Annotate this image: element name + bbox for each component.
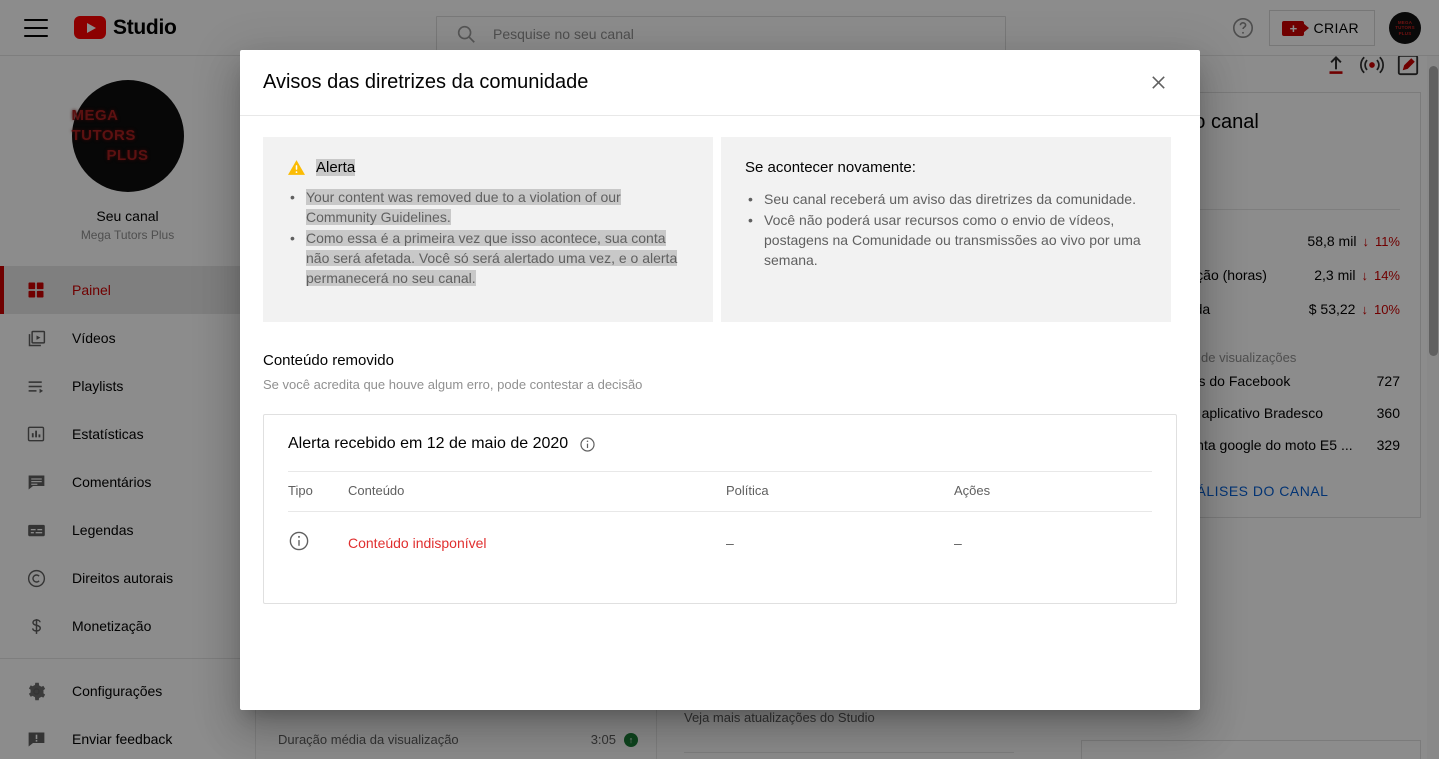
list-item: Como essa é a primeira vez que isso acon…: [287, 228, 689, 288]
again-bullet-text: Você não poderá usar recursos como o env…: [764, 212, 1141, 268]
removed-content-table: Tipo Conteúdo Política Ações Conteúdo in…: [288, 471, 1152, 573]
cell-conteudo: Conteúdo indisponível: [348, 534, 487, 551]
alert-panel-header: Alerta: [287, 159, 689, 176]
strike-date: Alerta recebido em 12 de maio de 2020: [288, 435, 569, 452]
alert-bullet-list: Your content was removed due to a violat…: [287, 187, 689, 288]
column-header-conteudo: Conteúdo: [348, 471, 726, 512]
list-item: Seu canal receberá um aviso das diretriz…: [745, 189, 1147, 209]
cell-acoes: –: [954, 534, 962, 551]
dialog-body: Alerta Your content was removed due to a…: [240, 116, 1200, 604]
table-row: Conteúdo indisponível – –: [288, 512, 1152, 574]
removed-content-subtitle: Se você acredita que houve algum erro, p…: [263, 377, 643, 392]
removed-content-title: Conteúdo removido: [263, 352, 394, 369]
info-circle-icon[interactable]: [288, 530, 310, 552]
again-panel-heading: Se acontecer novamente:: [745, 159, 916, 176]
community-guidelines-dialog: Avisos das diretrizes da comunidade Aler…: [240, 50, 1200, 710]
column-header-politica: Política: [726, 471, 954, 512]
alert-panel: Alerta Your content was removed due to a…: [263, 137, 713, 322]
strike-card-header: Alerta recebido em 12 de maio de 2020: [288, 435, 1152, 471]
alert-panel-heading: Alerta: [316, 159, 356, 176]
dialog-title: Avisos das diretrizes da comunidade: [263, 71, 589, 93]
table-header-row: Tipo Conteúdo Política Ações: [288, 471, 1152, 512]
again-bullet-list: Seu canal receberá um aviso das diretriz…: [745, 189, 1147, 270]
info-panels: Alerta Your content was removed due to a…: [263, 137, 1177, 322]
table-body: Conteúdo indisponível – –: [288, 512, 1152, 574]
alert-bullet-text: Your content was removed due to a violat…: [306, 189, 621, 225]
again-bullet-text: Seu canal receberá um aviso das diretriz…: [764, 191, 1136, 207]
strike-card: Alerta recebido em 12 de maio de 2020 Ti…: [263, 414, 1177, 604]
table-header: Tipo Conteúdo Política Ações: [288, 471, 1152, 512]
warning-triangle-icon: [288, 160, 305, 175]
list-item: Você não poderá usar recursos como o env…: [745, 210, 1147, 270]
cell-politica: –: [726, 534, 734, 551]
cell-tipo: [288, 512, 348, 574]
dialog-header: Avisos das diretrizes da comunidade: [240, 50, 1200, 116]
close-icon: [1151, 76, 1165, 89]
column-header-acoes: Ações: [954, 471, 1152, 512]
close-button[interactable]: [1138, 63, 1178, 103]
column-header-tipo: Tipo: [288, 471, 348, 512]
list-item: Your content was removed due to a violat…: [287, 187, 689, 227]
if-happens-again-panel: Se acontecer novamente: Seu canal recebe…: [721, 137, 1171, 322]
alert-bullet-text: Como essa é a primeira vez que isso acon…: [306, 230, 678, 286]
info-circle-icon[interactable]: [579, 436, 596, 453]
